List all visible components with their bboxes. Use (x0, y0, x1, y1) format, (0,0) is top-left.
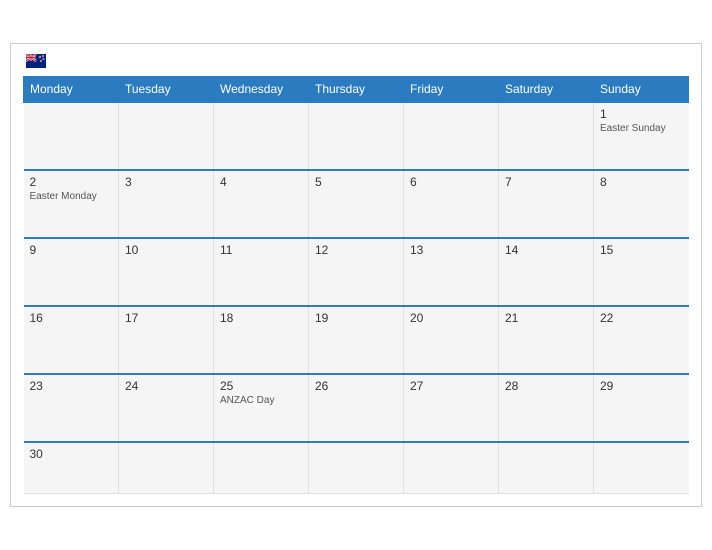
calendar-header (23, 54, 689, 68)
day-cell: 12 (309, 238, 404, 306)
day-cell: 5 (309, 170, 404, 238)
day-number: 21 (505, 311, 587, 325)
day-number: 8 (600, 175, 683, 189)
day-cell: 6 (404, 170, 499, 238)
day-number: 28 (505, 379, 587, 393)
week-row-6: 30 (24, 442, 689, 494)
day-cell: 29 (594, 374, 689, 442)
day-cell: 1 Easter Sunday (594, 102, 689, 170)
day-number: 15 (600, 243, 683, 257)
week-row-3: 9 10 11 12 13 14 15 (24, 238, 689, 306)
day-cell: 9 (24, 238, 119, 306)
day-number: 24 (125, 379, 207, 393)
day-cell (404, 442, 499, 494)
day-cell (214, 102, 309, 170)
day-cell: 16 (24, 306, 119, 374)
day-cell (594, 442, 689, 494)
day-cell: 4 (214, 170, 309, 238)
day-number: 13 (410, 243, 492, 257)
day-cell (214, 442, 309, 494)
logo (23, 54, 46, 68)
day-number: 26 (315, 379, 397, 393)
calendar-wrapper: MondayTuesdayWednesdayThursdayFridaySatu… (10, 43, 702, 508)
day-number: 29 (600, 379, 683, 393)
day-number: 25 (220, 379, 302, 393)
day-cell (24, 102, 119, 170)
day-number: 9 (30, 243, 113, 257)
day-cell: 7 (499, 170, 594, 238)
day-number: 2 (30, 175, 113, 189)
day-header-thursday: Thursday (309, 76, 404, 102)
day-cell (309, 102, 404, 170)
day-cell: 11 (214, 238, 309, 306)
day-number: 1 (600, 107, 683, 121)
week-row-5: 23 24 25 ANZAC Day 26 27 28 29 (24, 374, 689, 442)
day-headers-row: MondayTuesdayWednesdayThursdayFridaySatu… (24, 76, 689, 102)
week-row-4: 16 17 18 19 20 21 22 (24, 306, 689, 374)
day-header-sunday: Sunday (594, 76, 689, 102)
day-header-wednesday: Wednesday (214, 76, 309, 102)
logo-blue-text (23, 54, 46, 68)
week-row-1: 1 Easter Sunday (24, 102, 689, 170)
day-number: 11 (220, 243, 302, 257)
day-header-monday: Monday (24, 76, 119, 102)
day-header-friday: Friday (404, 76, 499, 102)
day-cell: 15 (594, 238, 689, 306)
day-cell: 27 (404, 374, 499, 442)
week-row-2: 2 Easter Monday 345678 (24, 170, 689, 238)
day-number: 20 (410, 311, 492, 325)
day-cell (119, 102, 214, 170)
day-cell: 13 (404, 238, 499, 306)
day-number: 19 (315, 311, 397, 325)
day-header-tuesday: Tuesday (119, 76, 214, 102)
day-cell: 17 (119, 306, 214, 374)
day-number: 16 (30, 311, 113, 325)
holiday-label: Easter Monday (30, 191, 113, 202)
logo-flag-icon (26, 54, 46, 68)
day-cell: 3 (119, 170, 214, 238)
day-number: 7 (505, 175, 587, 189)
day-number: 3 (125, 175, 207, 189)
day-cell: 2 Easter Monday (24, 170, 119, 238)
day-cell (499, 442, 594, 494)
day-cell: 24 (119, 374, 214, 442)
calendar-table: MondayTuesdayWednesdayThursdayFridaySatu… (23, 76, 689, 495)
day-cell: 26 (309, 374, 404, 442)
day-number: 23 (30, 379, 113, 393)
day-cell: 14 (499, 238, 594, 306)
day-cell (119, 442, 214, 494)
day-cell: 22 (594, 306, 689, 374)
day-cell (499, 102, 594, 170)
day-number: 6 (410, 175, 492, 189)
day-number: 17 (125, 311, 207, 325)
day-cell: 21 (499, 306, 594, 374)
day-number: 4 (220, 175, 302, 189)
day-cell: 10 (119, 238, 214, 306)
day-cell: 30 (24, 442, 119, 494)
day-cell: 20 (404, 306, 499, 374)
day-number: 18 (220, 311, 302, 325)
day-number: 27 (410, 379, 492, 393)
day-cell (404, 102, 499, 170)
day-number: 14 (505, 243, 587, 257)
holiday-label: Easter Sunday (600, 123, 683, 134)
day-number: 22 (600, 311, 683, 325)
holiday-label: ANZAC Day (220, 395, 302, 406)
day-cell: 28 (499, 374, 594, 442)
day-cell: 25 ANZAC Day (214, 374, 309, 442)
day-number: 10 (125, 243, 207, 257)
day-number: 12 (315, 243, 397, 257)
day-number: 30 (30, 447, 113, 461)
day-header-saturday: Saturday (499, 76, 594, 102)
day-cell: 19 (309, 306, 404, 374)
day-cell: 8 (594, 170, 689, 238)
day-cell (309, 442, 404, 494)
day-cell: 23 (24, 374, 119, 442)
day-cell: 18 (214, 306, 309, 374)
day-number: 5 (315, 175, 397, 189)
